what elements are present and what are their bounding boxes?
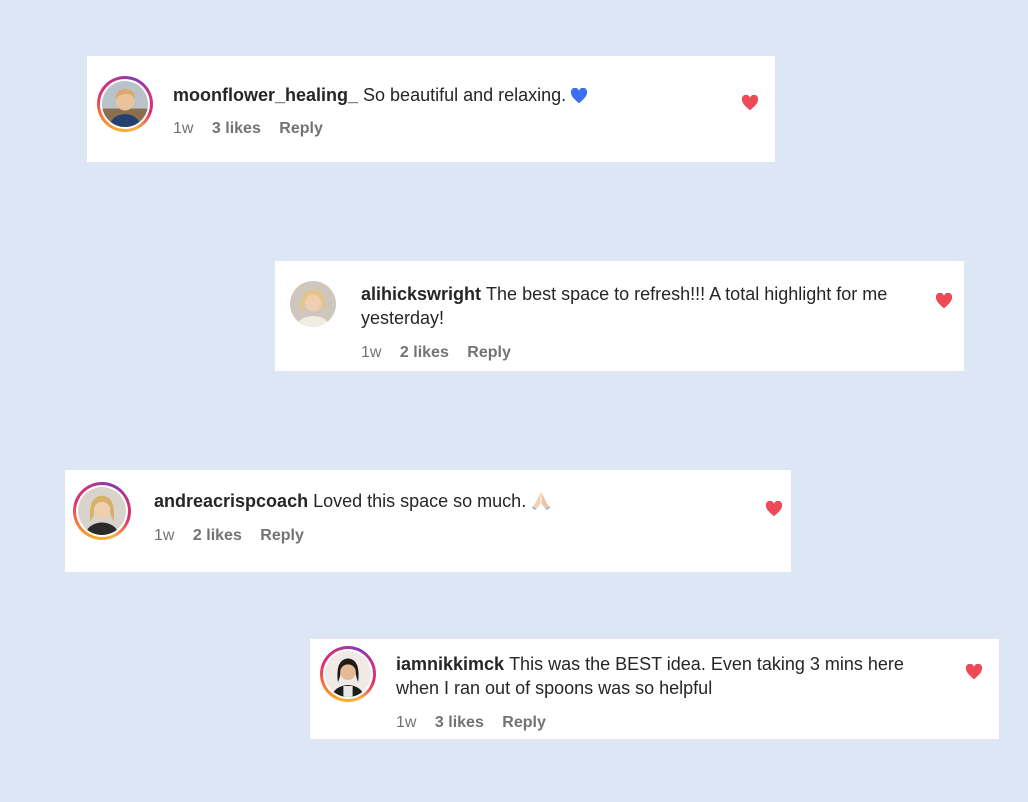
comment-username[interactable]: moonflower_healing_ <box>173 85 358 105</box>
comment-username[interactable]: iamnikkimck <box>396 654 504 674</box>
comment-text: alihickswright The best space to refresh!… <box>361 282 921 330</box>
comment-card: moonflower_healing_ So beautiful and rela… <box>87 56 775 162</box>
heart-icon[interactable] <box>965 664 983 680</box>
heart-icon[interactable] <box>935 293 953 309</box>
comment-message: Loved this space so much. <box>313 491 527 511</box>
heart-icon[interactable] <box>765 501 783 517</box>
comment-likes[interactable]: 3 likes <box>212 120 261 137</box>
person-photo-icon <box>102 81 148 127</box>
heart-icon[interactable] <box>741 95 759 111</box>
comment-meta: 1w 2 likes Reply <box>361 344 525 362</box>
comment-time: 1w <box>396 714 417 731</box>
avatar[interactable] <box>290 281 336 327</box>
reply-button[interactable]: Reply <box>260 527 304 544</box>
profile-photo <box>102 81 148 127</box>
comment-username[interactable]: andreacrispcoach <box>154 491 308 511</box>
avatar[interactable] <box>73 482 131 540</box>
person-photo-icon <box>325 651 371 697</box>
profile-photo <box>290 281 336 327</box>
comment-meta: 1w 3 likes Reply <box>173 120 337 138</box>
comment-time: 1w <box>154 527 175 544</box>
person-photo-icon <box>290 281 336 327</box>
folded-hands-icon <box>530 490 552 516</box>
comment-text: moonflower_healing_ So beautiful and rela… <box>173 83 693 110</box>
comment-card: iamnikkimck This was the BEST idea. Even … <box>310 639 999 739</box>
comment-meta: 1w 3 likes Reply <box>396 714 560 732</box>
reply-button[interactable]: Reply <box>467 344 511 361</box>
comment-card: alihickswright The best space to refresh!… <box>275 261 964 371</box>
avatar[interactable] <box>97 76 153 132</box>
comment-card: andreacrispcoach Loved this space so much… <box>65 470 791 572</box>
comment-likes[interactable]: 2 likes <box>400 344 449 361</box>
reply-button[interactable]: Reply <box>502 714 546 731</box>
blue-heart-icon <box>570 86 588 110</box>
comment-time: 1w <box>173 120 194 137</box>
comment-likes[interactable]: 3 likes <box>435 714 484 731</box>
comment-likes[interactable]: 2 likes <box>193 527 242 544</box>
comment-message: So beautiful and relaxing. <box>363 85 567 105</box>
comment-text: iamnikkimck This was the BEST idea. Even … <box>396 652 936 700</box>
avatar[interactable] <box>320 646 376 702</box>
comment-text: andreacrispcoach Loved this space so much… <box>154 489 714 516</box>
comment-time: 1w <box>361 344 382 361</box>
comment-username[interactable]: alihickswright <box>361 284 481 304</box>
reply-button[interactable]: Reply <box>279 120 323 137</box>
person-photo-icon <box>78 487 126 535</box>
comment-meta: 1w 2 likes Reply <box>154 527 318 545</box>
profile-photo <box>325 651 371 697</box>
profile-photo <box>78 487 126 535</box>
